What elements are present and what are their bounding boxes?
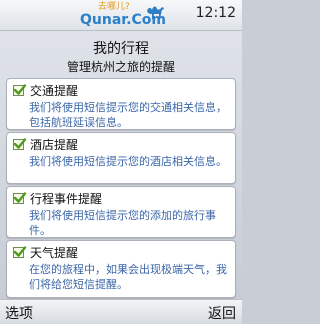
weather-reminder-checkbox[interactable] <box>13 246 27 258</box>
checkmark-icon <box>13 192 27 203</box>
checkmark-icon <box>13 84 27 95</box>
reminder-description: 我们将使用短信提示您的添加的旅行事件。 <box>29 209 216 237</box>
reminder-card-itinerary[interactable]: 行程事件提醒 我们将使用短信提示您的添加的旅行事件。 <box>6 186 236 238</box>
qunar-logo: 去哪儿? Qunar.Com <box>80 2 166 28</box>
reminder-title: 天气提醒 <box>30 246 79 260</box>
reminder-card-transport[interactable]: 交通提醒 我们将使用短信提示您的交通相关信息，包括航班延误信息。 <box>6 78 236 130</box>
options-softkey[interactable]: 选项 <box>5 303 33 323</box>
reminder-title: 交通提醒 <box>30 84 79 98</box>
reminder-title: 酒店提醒 <box>30 138 79 152</box>
camel-icon <box>147 6 164 19</box>
checkmark-icon <box>13 246 27 257</box>
clock: 12:12 <box>195 5 236 21</box>
hotel-reminder-checkbox[interactable] <box>13 138 27 150</box>
reminder-card-weather[interactable]: 天气提醒 在您的旅程中，如果会出现极端天气，我们将给您短信提醒。 <box>6 240 236 298</box>
reminder-description: 在您的旅程中，如果会出现极端天气，我们将给您短信提醒。 <box>29 263 227 291</box>
softkey-bar: 选项 返回 <box>0 299 242 324</box>
main-content: 我的行程 管理杭州之旅的提醒 交通提醒 我们将使用短信提示您的交通相关信息，包括… <box>0 31 242 299</box>
transport-reminder-checkbox[interactable] <box>13 84 27 96</box>
itinerary-reminder-checkbox[interactable] <box>13 192 27 204</box>
checkmark-icon <box>13 138 27 149</box>
back-softkey[interactable]: 返回 <box>208 303 236 323</box>
page-title: 我的行程 <box>93 41 149 57</box>
reminder-card-hotel[interactable]: 酒店提醒 我们将使用短信提示您的酒店相关信息。 <box>6 132 236 184</box>
reminder-title: 行程事件提醒 <box>30 192 103 206</box>
page-subtitle: 管理杭州之旅的提醒 <box>66 60 175 74</box>
status-bar: 去哪儿? Qunar.Com 12:12 <box>0 0 242 31</box>
reminder-description: 我们将使用短信提示您的酒店相关信息。 <box>29 155 227 168</box>
reminder-description: 我们将使用短信提示您的交通相关信息，包括航班延误信息。 <box>29 101 227 129</box>
